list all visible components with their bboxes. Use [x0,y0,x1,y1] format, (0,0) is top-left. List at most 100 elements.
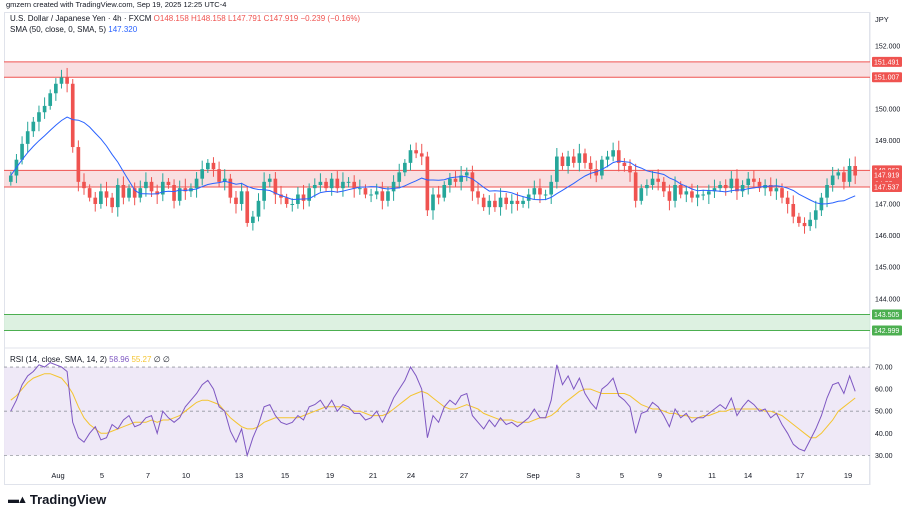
candle-body [583,153,587,163]
candle-body [701,194,706,196]
price-tick-label: 144.000 [875,296,900,303]
candle-body [425,156,430,211]
candle-body [290,203,295,205]
candle-body [217,169,221,182]
x-tick-label: 24 [407,471,415,480]
x-tick-label: 13 [235,471,243,480]
candle-body [515,200,520,204]
sma-label: SMA (50, close, 0, SMA, 5) [10,25,107,34]
candle-body [690,191,694,198]
x-tick-label: Aug [51,471,64,480]
candle-body [363,188,368,195]
candle-body [200,169,205,179]
candle-body [110,197,114,208]
candle-body [104,191,109,198]
candle-body [419,153,424,157]
rsi-tick-label: 70.00 [875,365,893,372]
candle-body [487,200,492,208]
candle-body [369,194,373,196]
brand-name: TradingView [29,492,107,507]
zone-mid-bottom-label: 147.537 [874,184,899,191]
candle-body [735,178,739,192]
change-value: −0.239 (−0.16%) [300,14,361,23]
candle-body [639,188,644,201]
price-tick-label: 147.000 [875,201,900,208]
zone-support-2 [4,314,870,331]
current-price-label: 147.919 [874,172,899,179]
x-tick-label: 19 [844,471,852,480]
candle-body [549,181,554,195]
candle-body [329,178,334,189]
candle-body [346,181,351,183]
candle-body [121,185,126,198]
rsi-tick-label: 40.00 [875,431,893,438]
candle-body [431,194,435,211]
candle-body [414,150,418,154]
zone-high-bottom-label: 151.007 [874,75,899,82]
candle-body [774,188,779,192]
candle-body [312,185,317,189]
candle-body [667,191,672,201]
sma-legend[interactable]: SMA (50, close, 0, SMA, 5) 147.320 [10,25,137,34]
candle-body [31,121,36,132]
candle-body [42,105,47,113]
candle-body [448,178,452,185]
candle-body [391,181,396,192]
candle-body [436,194,441,198]
candle-body [566,156,570,167]
candle-body [234,197,238,204]
tradingview-logo[interactable]: ▬▲ TradingView [8,492,106,507]
candle-body [752,178,756,182]
candle-body [245,191,250,223]
high-value: H148.158 [191,14,226,23]
open-value: O148.158 [153,14,189,23]
candle-body [842,172,846,182]
candle-body [341,181,345,189]
x-tick-label: Sep [526,471,539,480]
candle-body [645,185,649,189]
candle-body [144,181,148,189]
candle-body [600,159,604,176]
candle-body [847,166,852,182]
x-tick-label: 21 [369,471,377,480]
candle-body [718,185,722,189]
x-tick-label: 14 [744,471,752,480]
x-tick-label: 9 [658,471,662,480]
candle-body [825,185,829,198]
candle-body [262,181,266,201]
candle-body [493,200,497,208]
candle-body [127,188,131,198]
candle-body [656,178,660,182]
candle-body [622,162,627,167]
candle-body [633,172,638,201]
candle-body [397,172,402,182]
candle-body [59,77,64,84]
candle-body [380,191,385,201]
candle-body [228,178,233,198]
candle-body [560,156,565,167]
candle-body [352,181,357,189]
candle-body [453,178,458,182]
candle-body [797,216,801,223]
x-tick-label: 5 [100,471,104,480]
x-tick-label: 7 [146,471,150,480]
price-tick-label: 152.000 [875,43,900,50]
chart-canvas[interactable]: JPY144.000145.000146.000147.000148.00014… [0,0,912,513]
candle-body [194,178,199,189]
candle-body [555,156,559,182]
tradingview-logo-icon: ▬▲ [8,493,28,506]
candle-body [695,194,700,198]
symbol-legend[interactable]: U.S. Dollar / Japanese Yen · 4h · FXCM O… [10,14,360,23]
candle-body [813,210,818,220]
candle-body [386,191,390,201]
candle-body [324,181,328,189]
candle-body [284,197,289,204]
candle-body [408,150,413,163]
currency-label: JPY [875,15,889,24]
price-tick-label: 150.000 [875,107,900,114]
zone-high-top-label: 151.491 [874,59,899,66]
candle-body [464,172,469,176]
zone-resistance-1 [4,170,870,187]
rsi-legend[interactable]: RSI (14, close, SMA, 14, 2) 58.96 55.27 … [10,355,170,364]
candle-body [481,197,486,208]
